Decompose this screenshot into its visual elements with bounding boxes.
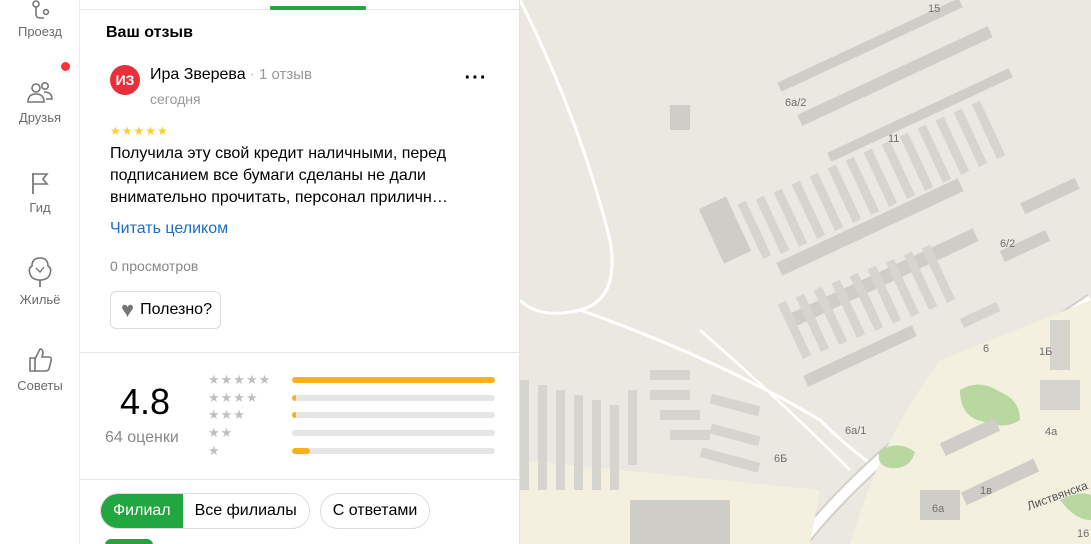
map-label: 6а/2 [785,97,807,109]
filter-chips: Филиал Все филиалы С ответами [100,493,431,529]
rating-bar-3 [292,412,495,418]
review-panel: Ваш отзыв ИЗ Ира Зверева · 1 отзыв сегодня… [80,0,520,544]
next-control-partial[interactable] [105,539,153,544]
useful-label: Полезно? [140,301,212,318]
thumbs-up-icon [29,348,53,372]
map-label: 11 [888,133,900,145]
nav-rail: Проезд Друзья Гид Жильё Советы [0,0,80,544]
friends-icon [27,81,53,103]
map-label: 6 [983,343,990,355]
nav-item-tips[interactable]: Советы [0,346,80,393]
nav-label-friends: Друзья [18,110,62,125]
ratings-count: 64 оценки [105,429,179,446]
review-date: сегодня [150,91,201,107]
review-text: Получила эту свой кредит наличными, пере… [110,145,448,206]
map-label: 4а [1045,426,1058,438]
rating-bar-2 [292,430,495,436]
rating-bar-4 [292,395,495,401]
map-canvas [520,0,1091,544]
map-view[interactable]: 15 6а/2 11 6/2 6 1Б 6а/1 6Б 4а 1в 6а 16 … [520,0,1091,544]
nav-item-housing[interactable]: Жильё [0,256,80,307]
notification-dot [61,62,70,71]
nav-label-housing: Жильё [19,292,61,307]
author-review-count: 1 отзыв [258,66,312,83]
star-row-1: ★ [208,443,221,458]
map-label: 6Б [774,453,788,465]
branch-toggle: Филиал Все филиалы [100,493,310,529]
rating-bar-5 [292,377,495,383]
route-icon [32,0,50,19]
map-label: 6/2 [1000,238,1016,250]
nav-item-guide[interactable]: Гид [0,170,80,215]
rating-bar-1 [292,448,495,454]
map-label: 1Б [1039,346,1053,358]
rating-bar-fill [292,395,297,401]
flag-icon [32,173,49,194]
more-dots-icon: ··· [464,66,488,89]
map-label: 15 [928,3,941,15]
map-label: 6а/1 [845,425,867,437]
chip-all-branches[interactable]: Все филиалы [183,494,309,528]
author-name[interactable]: Ира Зверева [150,66,246,83]
star-row-3: ★★★ [208,407,246,422]
review-stars: ★★★★★ [110,124,169,138]
rating-bar-fill [292,448,311,454]
read-more-link[interactable]: Читать целиком [110,220,228,238]
views-count: 0 просмотров [110,258,199,274]
map-label: 16 [1077,528,1090,540]
rating-bar-fill [292,412,297,418]
star-row-4: ★★★★ [208,390,259,405]
star-row-2: ★★ [208,425,234,440]
chip-with-answers[interactable]: С ответами [319,493,431,529]
house-icon [28,257,52,287]
rating-value: 4.8 [120,381,171,422]
more-options-button[interactable]: ··· [464,66,488,90]
heart-icon: ♥ [121,297,135,322]
nav-item-route[interactable]: Проезд [0,0,80,39]
section-title: Ваш отзыв [106,24,193,41]
useful-button[interactable]: ♥ Полезно? [110,291,221,329]
nav-label-tips: Советы [17,378,63,393]
star-row-5: ★★★★★ [208,372,272,387]
divider [80,352,519,353]
active-tab-indicator [270,6,366,10]
nav-label-route: Проезд [17,24,62,39]
avatar[interactable]: ИЗ [110,65,140,95]
chip-branch[interactable]: Филиал [101,494,183,528]
divider [80,479,519,480]
review-author: Ира Зверева · 1 отзыв [150,66,312,84]
separator-dot: · [249,66,255,83]
rating-bar-fill [292,377,495,383]
nav-label-guide: Гид [29,200,51,215]
map-label: 6а [932,503,945,515]
map-label: 1в [980,485,992,497]
nav-item-friends[interactable]: Друзья [0,80,80,125]
